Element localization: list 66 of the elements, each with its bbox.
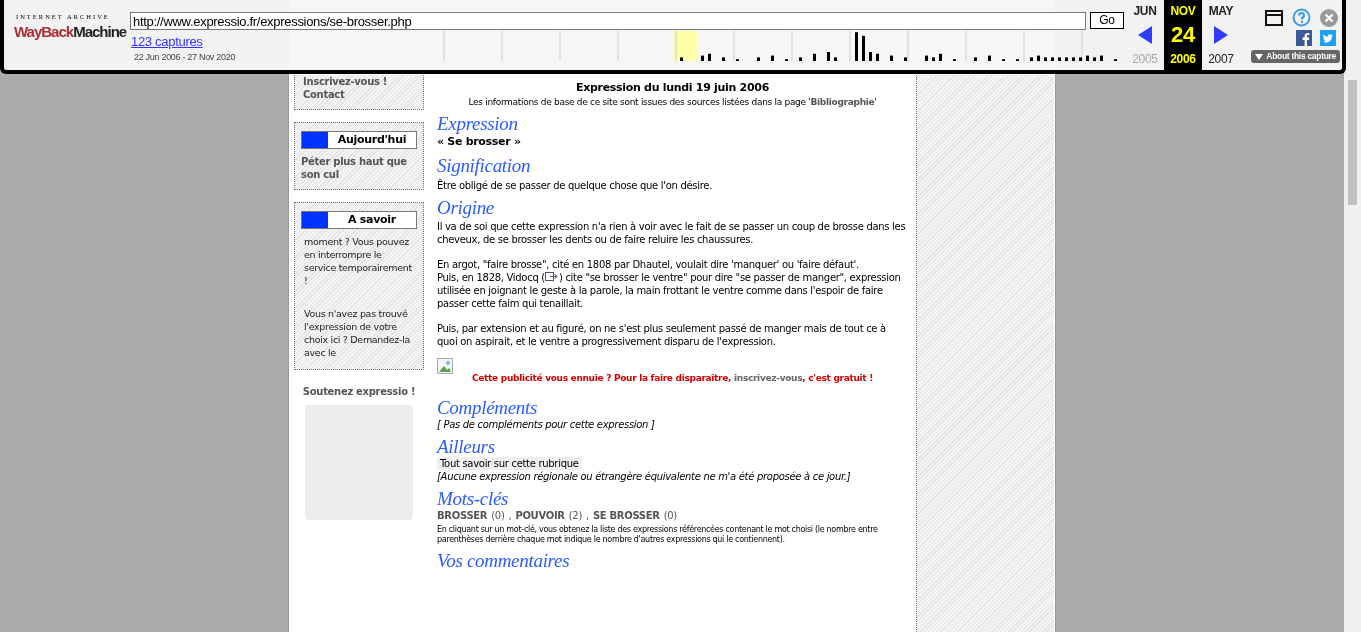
month-label: NOV xyxy=(1170,3,1196,20)
sidebar-link[interactable]: Contact xyxy=(303,88,345,101)
ad-notice: Cette publicité vous ennuie ? Pour la faire disparaître, inscrivez-vous, c'est gratuit ! xyxy=(471,372,874,385)
about-capture-button[interactable]: About this capture xyxy=(1251,50,1340,63)
go-button[interactable]: Go xyxy=(1090,12,1124,29)
box-title: Aujourd'hui xyxy=(336,132,408,148)
info-paragraph: moment ? Vous pouvez en interrompre le service temporairement ! xyxy=(304,235,413,287)
next-arrow-icon[interactable] xyxy=(1214,26,1228,44)
complements-text: [ Pas de compléments pour cette expression ] xyxy=(437,418,656,431)
keyword-link[interactable]: POUVOIR xyxy=(515,508,565,522)
year-label: 2005 xyxy=(1132,51,1158,68)
captures-link[interactable]: 123 captures xyxy=(131,34,203,50)
section-heading: Compléments xyxy=(437,397,538,418)
sidebar-link[interactable]: Inscrivez-vous ! xyxy=(303,75,388,88)
close-icon[interactable] xyxy=(1320,8,1338,27)
elsewhere-text: [Aucune expression régionale ou étrangère équivalente ne m'a été proposée à ce jour.] xyxy=(437,469,852,483)
month-label: MAY xyxy=(1208,3,1234,20)
calendar-month[interactable]: NOV 24 2006 xyxy=(1164,0,1202,70)
support-title: Soutenez expressio ! xyxy=(302,385,416,399)
box-marker-icon xyxy=(302,212,328,228)
external-link-icon[interactable] xyxy=(544,272,559,281)
meaning-text: Être obligé de se passer de quelque chose que l'on désire. xyxy=(437,179,714,192)
window-icon[interactable] xyxy=(1265,9,1283,26)
origin-paragraph: Puis, en 1828, Vidocq ( ) cite "se brosser le ventre" pour dire "se passer de manger", expression utilisée en joignant le geste à la parole, la main frottant le ventre comme dans l'espoir de faire passer cette faim qui tenaillait. xyxy=(437,271,902,310)
rubric-button[interactable]: Tout savoir sur cette rubrique xyxy=(437,456,582,470)
broken-image-icon xyxy=(437,358,453,374)
scrollbar[interactable] xyxy=(1344,0,1361,632)
section-heading: Signification xyxy=(437,156,531,176)
capture-range: 22 Jun 2006 - 27 Nov 2020 xyxy=(134,51,237,64)
origin-paragraph: Il va de soi que cette expression n'a rien à voir avec le fait de se passer un coup de brosse dans les cheveux, de se brosser les dents ou de faire reluire les chaussures. xyxy=(437,220,907,246)
keyword-link[interactable]: BROSSER xyxy=(437,508,488,522)
section-heading: Expression xyxy=(437,113,518,134)
section-heading: Origine xyxy=(437,198,494,218)
section-heading: Ailleurs xyxy=(437,436,495,457)
keyword-count: (0) xyxy=(491,508,505,522)
source-note: Les informations de base de ce site sont issues des sources listées dans la page 'Bibliographie' xyxy=(467,96,878,108)
keywords-note: En cliquant sur un mot-clé, vous obtenez la liste des expressions référencées contenant le mot choisi (le nombre entre parenthèses derrière chaque mot indique le nombre d'autres expressions qui le contiennent). xyxy=(437,524,879,545)
origin-paragraph: Puis, par extension et au figuré, on ne s'est plus seulement passé de manger mais de tout ce à quoi on aspirait, et le ventre a progressivement disparu de l'expression. xyxy=(437,322,887,348)
expression-name: « Se brosser » xyxy=(437,134,522,150)
keyword-count: (0) xyxy=(663,508,677,522)
wayback-logo[interactable]: WayBackMachine xyxy=(14,20,127,43)
expression-link[interactable]: Péter plus haut que son cul xyxy=(301,155,417,181)
section-heading: Vos commentaires xyxy=(437,550,570,571)
keyword-link[interactable]: SE BROSSER xyxy=(592,508,660,522)
year-label: 2006 xyxy=(1170,51,1196,68)
keyword-separator: , xyxy=(586,508,589,522)
box-marker-icon xyxy=(302,132,328,148)
url-input[interactable]: http://www.expressio.fr/expressions/se-brosser.php xyxy=(130,12,1086,30)
year-label: 2007 xyxy=(1208,51,1234,68)
logo-machine-text: Machine xyxy=(73,21,127,42)
facebook-icon[interactable] xyxy=(1296,30,1312,46)
day-label: 24 xyxy=(1171,24,1195,46)
keyword-separator: , xyxy=(508,508,512,522)
box-title: A savoir xyxy=(347,212,397,228)
twitter-icon[interactable] xyxy=(1320,30,1336,46)
keyword-count: (2) xyxy=(568,508,582,522)
caret-icon xyxy=(1255,53,1264,60)
previous-arrow-icon[interactable] xyxy=(1138,26,1152,44)
info-paragraph: Vous n'avez pas trouvé l'expression de votre choix ici ? Demandez-la avec le xyxy=(304,307,412,359)
logo-wayback-text: WayBack xyxy=(14,21,74,42)
month-label: JUN xyxy=(1133,3,1157,20)
calendar-month[interactable]: MAY 2007 xyxy=(1202,0,1240,70)
calendar-month[interactable]: JUN 2005 xyxy=(1126,0,1164,70)
date-title: Expression du lundi 19 juin 2006 xyxy=(574,80,771,96)
section-heading: Mots-clés xyxy=(437,488,509,509)
origin-paragraph: En argot, "faire brosse", cité en 1808 par Dhautel, voulait dire 'manquer' ou 'faire défaut'. xyxy=(437,258,860,271)
